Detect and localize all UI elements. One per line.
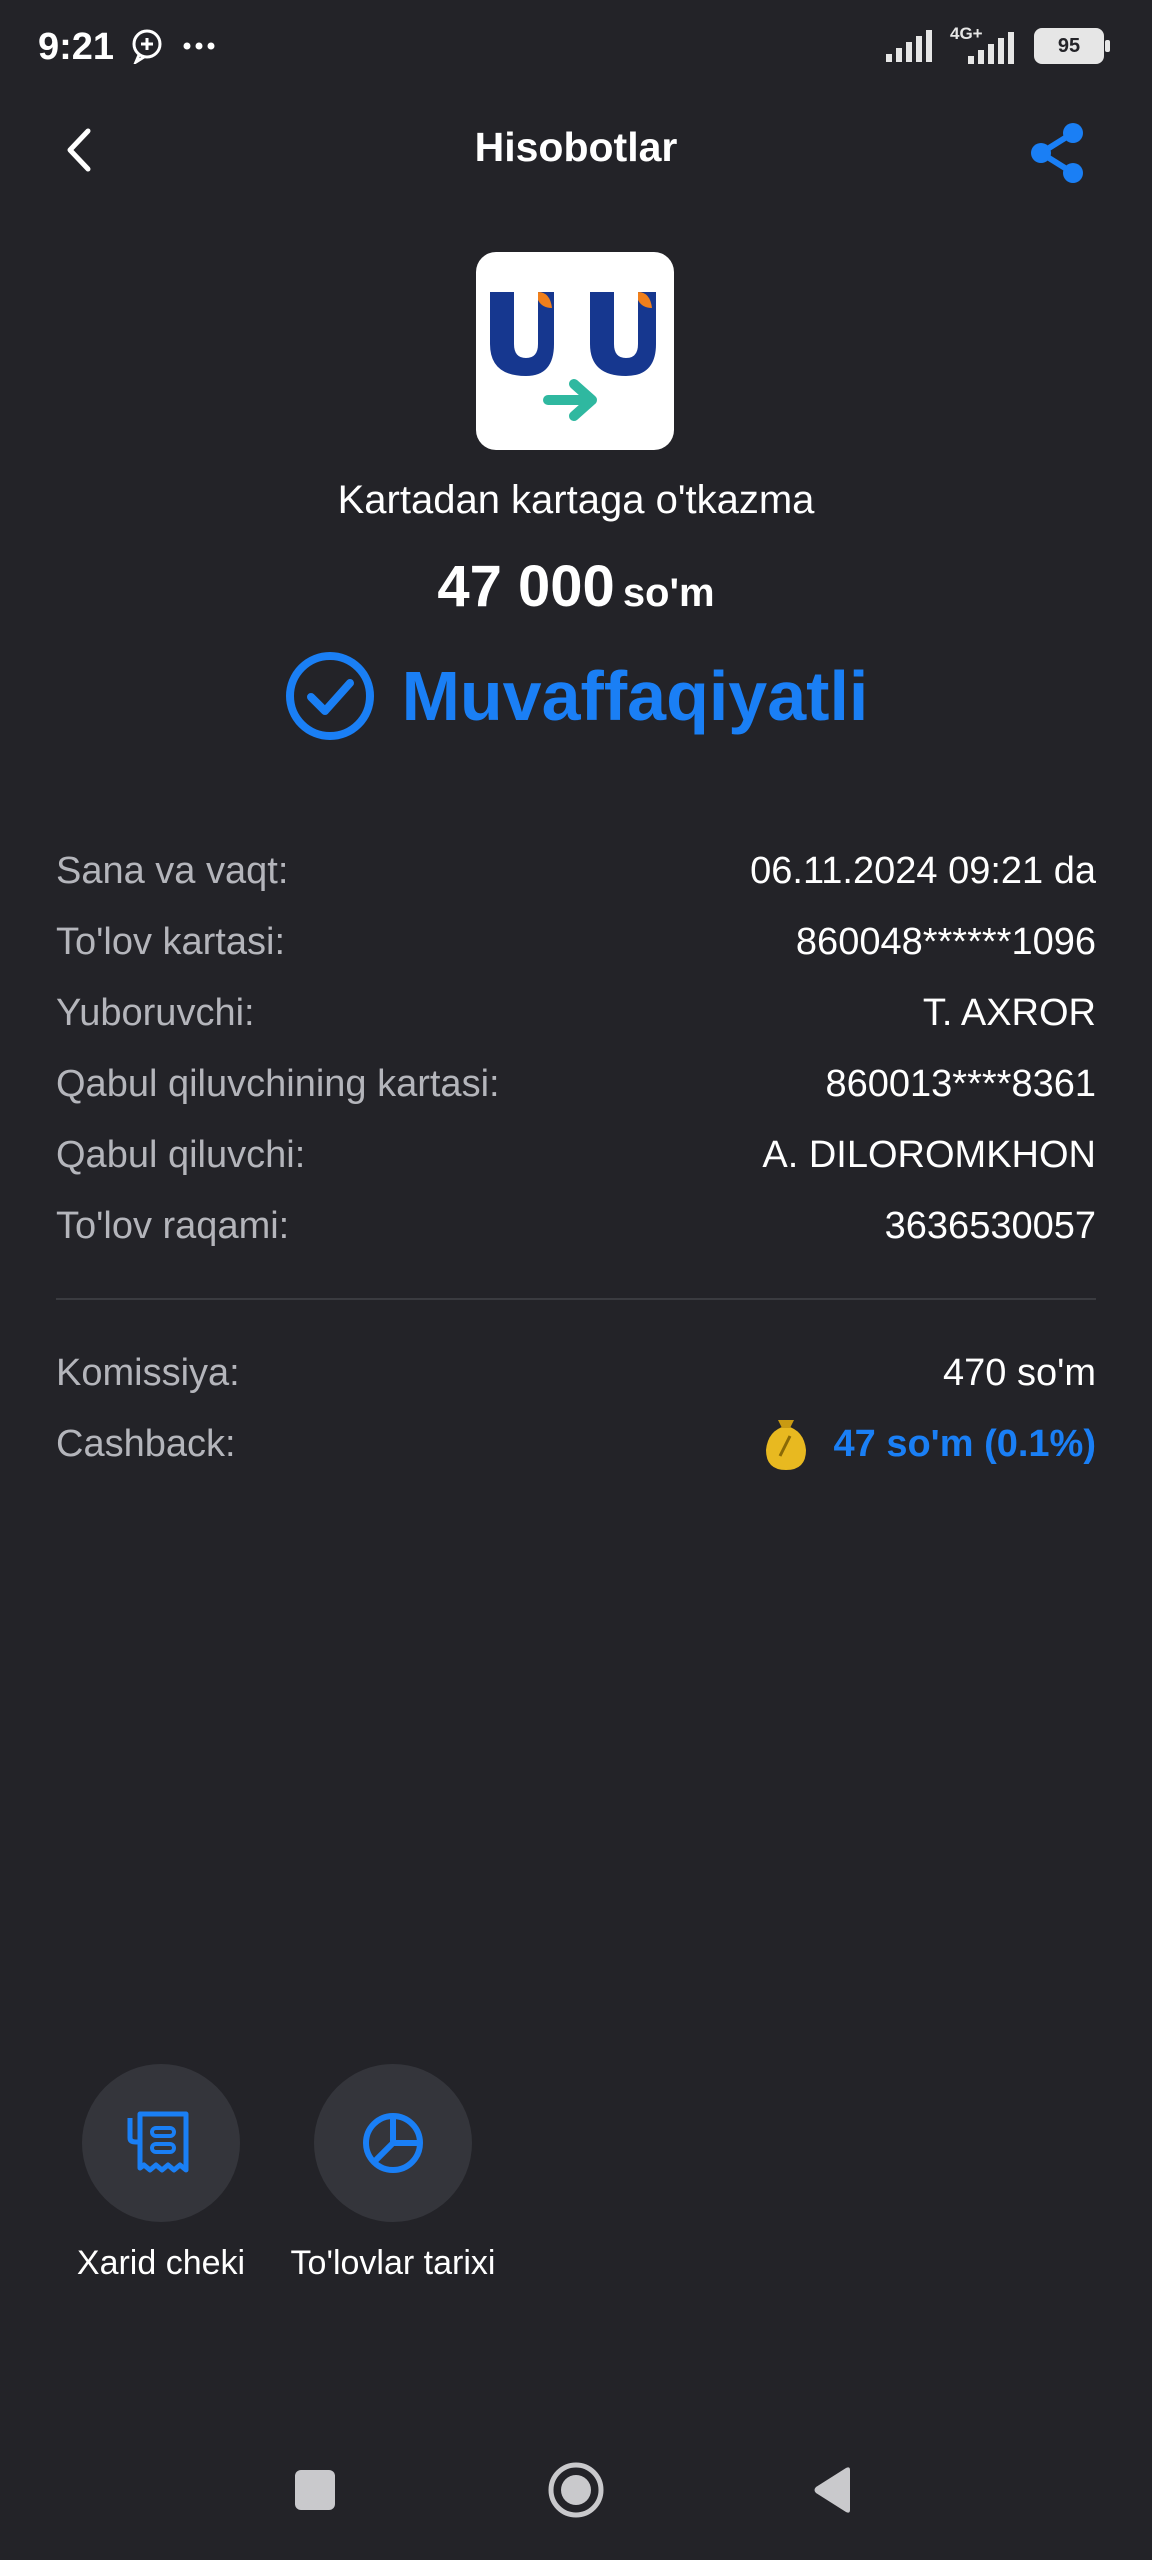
- cashback-row: Cashback: 47 so'm (0.1%): [56, 1409, 1096, 1480]
- detail-row-recipient: Qabul qiluvchi: A. DILOROMKHON: [56, 1120, 1096, 1191]
- recent-apps-button[interactable]: [290, 2460, 340, 2520]
- detail-label: To'lov raqami:: [56, 1205, 290, 1247]
- pie-chart-icon: [363, 2113, 423, 2173]
- detail-value: 860048******1096: [795, 921, 1096, 963]
- status-left-icons: [130, 28, 216, 64]
- cashback-value: 47 so'm (0.1%): [833, 1423, 1096, 1465]
- receipt-label: Xarid cheki: [76, 2244, 246, 2282]
- detail-label: To'lov kartasi:: [56, 921, 286, 963]
- signal-4g-icon: 4G+: [950, 24, 1020, 64]
- detail-row-date: Sana va vaqt: 06.11.2024 09:21 da: [56, 836, 1096, 907]
- status-text: Muvaffaqiyatli: [401, 657, 869, 735]
- cashback-value-group: 47 so'm (0.1%): [760, 1416, 1096, 1474]
- more-dots-icon: [183, 42, 215, 50]
- back-triangle-icon: [814, 2467, 850, 2513]
- amount-currency: so'm: [622, 571, 715, 615]
- detail-label: Sana va vaqt:: [56, 850, 289, 892]
- share-button[interactable]: [1022, 118, 1092, 188]
- transaction-status: Muvaffaqiyatli: [0, 650, 1152, 742]
- detail-row-payment-card: To'lov kartasi: 860048******1096: [56, 907, 1096, 978]
- coin-bag-icon: [765, 1419, 806, 1470]
- receipt-icon: [127, 2111, 189, 2173]
- home-button[interactable]: [544, 2460, 608, 2520]
- detail-row-payment-number: To'lov raqami: 3636530057: [56, 1191, 1096, 1262]
- detail-row-sender: Yuboruvchi: T. AXROR: [56, 978, 1096, 1049]
- status-time: 9:21: [38, 26, 115, 68]
- service-logo: [476, 252, 674, 450]
- detail-value: 3636530057: [884, 1205, 1096, 1247]
- detail-label: Qabul qiluvchining kartasi:: [56, 1063, 500, 1105]
- page-title: Hisobotlar: [474, 124, 678, 170]
- payment-history-button[interactable]: To'lovlar tarixi: [278, 2064, 508, 2283]
- signal-icon: [886, 30, 932, 62]
- detail-value: 860013****8361: [825, 1063, 1097, 1105]
- payment-history-button-circle[interactable]: [314, 2064, 472, 2222]
- detail-row-recipient-card: Qabul qiluvchining kartasi: 860013****83…: [56, 1049, 1096, 1120]
- status-right-icons: 4G+ 95: [886, 24, 1110, 64]
- detail-value: T. AXROR: [922, 992, 1096, 1034]
- home-icon: [548, 2462, 604, 2518]
- check-circle-icon: [285, 652, 374, 740]
- divider: [56, 1298, 1096, 1300]
- recent-apps-icon: [295, 2470, 335, 2510]
- service-name: Kartadan kartaga o'tkazma: [337, 478, 815, 522]
- payment-history-label: To'lovlar tarixi: [290, 2244, 496, 2282]
- detail-value: 06.11.2024 09:21 da: [750, 850, 1096, 892]
- battery-level: 95: [1057, 34, 1081, 57]
- commission-row: Komissiya: 470 so'm: [56, 1338, 1096, 1409]
- receipt-button-circle[interactable]: [82, 2064, 240, 2222]
- system-back-button[interactable]: [808, 2460, 858, 2520]
- share-icon: [1031, 123, 1083, 183]
- commission-value: 470 so'm: [942, 1352, 1096, 1394]
- receipt-button[interactable]: Xarid cheki: [46, 2064, 276, 2283]
- fees-list: Komissiya: 470 so'm Cashback: 47 so'm (0…: [56, 1338, 1096, 1480]
- battery-icon: 95: [1034, 28, 1110, 64]
- amount-value: 47 000: [437, 554, 615, 619]
- amount: 47 000 so'm: [0, 553, 1152, 620]
- details-list: Sana va vaqt: 06.11.2024 09:21 da To'lov…: [56, 836, 1096, 1262]
- detail-label: Yuboruvchi:: [56, 992, 255, 1034]
- commission-label: Komissiya:: [56, 1352, 240, 1394]
- cashback-label: Cashback:: [56, 1423, 236, 1465]
- chat-plus-icon: [132, 29, 162, 64]
- detail-value: A. DILOROMKHON: [762, 1134, 1096, 1176]
- detail-label: Qabul qiluvchi:: [56, 1134, 306, 1176]
